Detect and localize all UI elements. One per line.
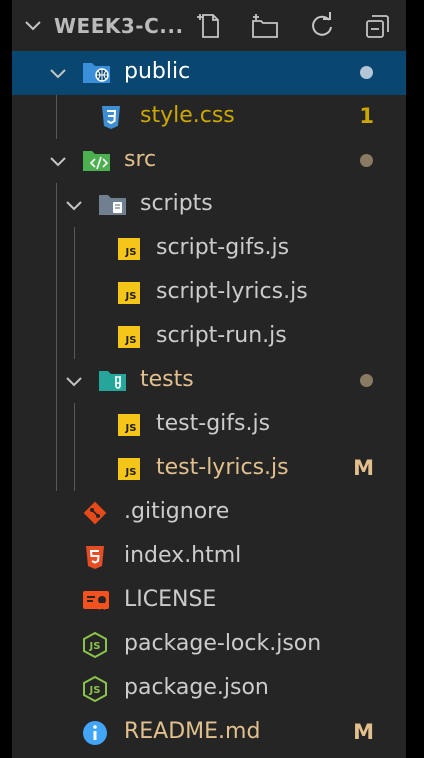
- js-file-icon: JS: [118, 414, 140, 436]
- tree-file-readme[interactable]: README.md M: [12, 711, 406, 755]
- modified-dot: [360, 154, 373, 167]
- tree-label: package-lock.json: [124, 631, 322, 656]
- svg-text:JS: JS: [89, 685, 101, 696]
- indent-guide: [74, 271, 75, 315]
- js-file-icon: JS: [118, 326, 140, 348]
- js-file-icon: JS: [118, 458, 140, 480]
- tree-label: index.html: [124, 543, 242, 568]
- tree-folder-scripts[interactable]: scripts: [12, 183, 406, 227]
- tree-file-package-json[interactable]: JS package.json: [12, 667, 406, 711]
- tree-label: public: [124, 59, 191, 84]
- git-icon: [82, 500, 110, 526]
- tree-label: scripts: [140, 191, 213, 216]
- new-folder-icon[interactable]: [250, 12, 280, 46]
- tree-label: src: [124, 147, 157, 172]
- tree-label: script-lyrics.js: [156, 279, 308, 304]
- tree-label: tests: [140, 367, 194, 392]
- tree-label: README.md: [124, 719, 261, 744]
- tree-label: package.json: [124, 675, 269, 700]
- tree-file-test-lyrics[interactable]: JS test-lyrics.js M: [12, 447, 406, 491]
- tree-label: style.css: [140, 103, 235, 128]
- git-modified-badge: M: [353, 720, 374, 744]
- tree-file-gitignore[interactable]: .gitignore: [12, 491, 406, 535]
- tree-folder-src[interactable]: src: [12, 139, 406, 183]
- css-file-icon: [98, 104, 126, 130]
- workspace-title: WEEK3-C...: [54, 14, 184, 38]
- tree-file-test-gifs[interactable]: JS test-gifs.js: [12, 403, 406, 447]
- js-file-icon: JS: [118, 282, 140, 304]
- indent-guide: [74, 315, 75, 359]
- tree-file-script-run[interactable]: JS script-run.js: [12, 315, 406, 359]
- indent-guide: [56, 183, 57, 227]
- html-file-icon: [82, 544, 110, 570]
- svg-text:JS: JS: [89, 641, 101, 652]
- folder-src-icon: [82, 148, 110, 174]
- chevron-down-icon[interactable]: [48, 64, 68, 89]
- folder-tests-icon: [98, 368, 126, 394]
- refresh-icon[interactable]: [308, 12, 336, 46]
- tree-folder-public[interactable]: public: [12, 51, 406, 95]
- license-icon: [82, 588, 110, 614]
- modified-dot: [360, 66, 373, 79]
- indent-guide: [56, 403, 57, 447]
- indent-guide: [56, 315, 57, 359]
- nodejs-icon: JS: [82, 675, 110, 703]
- chevron-down-icon[interactable]: [64, 372, 84, 397]
- tree-file-style-css[interactable]: style.css 1: [12, 95, 406, 139]
- indent-guide: [56, 227, 57, 271]
- info-icon: [82, 720, 110, 746]
- indent-guide: [74, 403, 75, 447]
- indent-guide: [74, 447, 75, 491]
- tree-folder-tests[interactable]: tests: [12, 359, 406, 403]
- tree-file-license[interactable]: LICENSE: [12, 579, 406, 623]
- git-modified-badge: M: [353, 456, 374, 480]
- new-file-icon[interactable]: [196, 12, 224, 46]
- tree-label: test-gifs.js: [156, 411, 271, 436]
- tree-file-script-lyrics[interactable]: JS script-lyrics.js: [12, 271, 406, 315]
- file-explorer: WEEK3-C... public style.css 1 src script…: [12, 0, 406, 758]
- indent-guide: [74, 227, 75, 271]
- problem-count-badge: 1: [359, 104, 374, 128]
- tree-label: .gitignore: [124, 499, 230, 524]
- indent-guide: [56, 447, 57, 491]
- modified-dot: [360, 374, 373, 387]
- collapse-all-icon[interactable]: [364, 12, 392, 46]
- explorer-header[interactable]: WEEK3-C...: [12, 0, 406, 52]
- folder-public-icon: [82, 60, 110, 86]
- chevron-down-icon[interactable]: [23, 16, 43, 42]
- indent-guide: [56, 271, 57, 315]
- indent-guide: [56, 95, 57, 139]
- indent-guide: [56, 359, 57, 403]
- chevron-down-icon[interactable]: [48, 152, 68, 177]
- tree-file-index-html[interactable]: index.html: [12, 535, 406, 579]
- tree-label: script-run.js: [156, 323, 287, 348]
- tree-file-script-gifs[interactable]: JS script-gifs.js: [12, 227, 406, 271]
- tree-file-package-lock[interactable]: JS package-lock.json: [12, 623, 406, 667]
- tree-label: LICENSE: [124, 587, 217, 612]
- chevron-down-icon[interactable]: [64, 196, 84, 221]
- tree-label: test-lyrics.js: [156, 455, 289, 480]
- folder-scripts-icon: [98, 192, 126, 218]
- js-file-icon: JS: [118, 238, 140, 260]
- tree-label: script-gifs.js: [156, 235, 290, 260]
- nodejs-icon: JS: [82, 631, 110, 659]
